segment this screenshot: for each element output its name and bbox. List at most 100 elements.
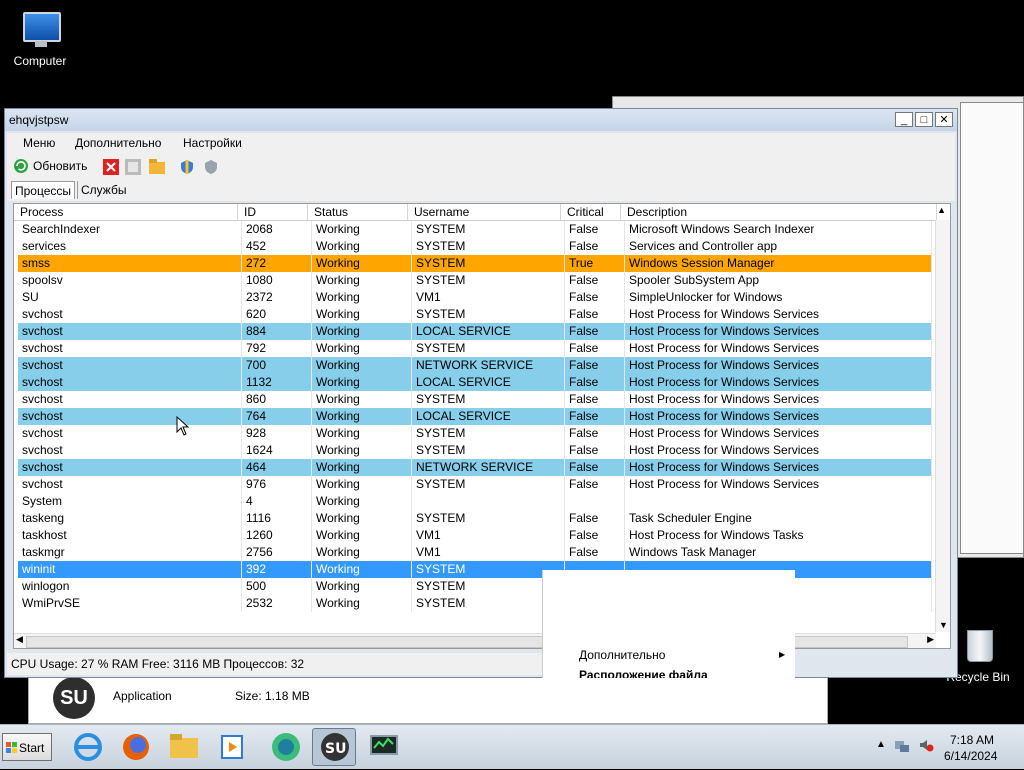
taskbar-firefox[interactable] xyxy=(114,728,158,766)
cell-status: Working xyxy=(312,357,412,374)
cell-id: 620 xyxy=(242,306,312,323)
cell-id: 976 xyxy=(242,476,312,493)
cell-status: Working xyxy=(312,595,412,612)
vertical-scrollbar[interactable]: ▼ xyxy=(935,220,950,632)
menu-item-menu[interactable]: Меню xyxy=(23,136,55,150)
table-row[interactable]: svchost 884 Working LOCAL SERVICE False Host … xyxy=(18,323,932,340)
column-header-status[interactable]: Status xyxy=(308,204,408,220)
process-manager-window: ehqvjstpsw _ □ ✕ Меню Дополнительно Наст… xyxy=(4,108,958,678)
cell-user: SYSTEM xyxy=(412,510,565,527)
table-row[interactable]: services 452 Working SYSTEM False Services an… xyxy=(18,238,932,255)
scroll-left-arrow-icon[interactable]: ◀ xyxy=(16,634,23,645)
context-menu: Дополнительно ▶ Расположение файла xyxy=(542,570,795,678)
suspend-icon[interactable] xyxy=(125,159,141,175)
table-row[interactable]: SU 2372 Working VM1 False SimpleUnlocker for … xyxy=(18,289,932,306)
table-row[interactable]: spoolsv 1080 Working SYSTEM False Spooler Sub… xyxy=(18,272,932,289)
cell-user: VM1 xyxy=(412,527,565,544)
folder-icon[interactable] xyxy=(149,159,165,175)
taskbar-internet-explorer[interactable] xyxy=(66,728,110,766)
cell-id: 464 xyxy=(242,459,312,476)
refresh-label: Обновить xyxy=(33,159,88,173)
show-hidden-icons-chevron-icon[interactable]: ▲ xyxy=(876,739,886,750)
cell-id: 452 xyxy=(242,238,312,255)
table-row[interactable]: taskmgr 2756 Working VM1 False Windows Task M… xyxy=(18,544,932,561)
scroll-right-arrow-icon[interactable]: ▶ xyxy=(927,634,934,645)
table-row[interactable]: svchost 928 Working SYSTEM False Host Process… xyxy=(18,425,932,442)
cell-id: 2756 xyxy=(242,544,312,561)
table-row[interactable]: svchost 764 Working LOCAL SERVICE False Host … xyxy=(18,408,932,425)
taskbar-simpleunlocker[interactable]: SU xyxy=(312,728,356,766)
cell-status: Working xyxy=(312,323,412,340)
kill-process-icon[interactable] xyxy=(103,159,119,175)
background-window-edge[interactable] xyxy=(960,102,1024,554)
column-header-id[interactable]: ID xyxy=(238,204,308,220)
menu-item-settings[interactable]: Настройки xyxy=(183,136,242,150)
cell-process: svchost xyxy=(18,306,242,323)
windows-flag-icon xyxy=(6,742,17,753)
taskbar-media-player[interactable] xyxy=(210,728,254,766)
column-header-critical[interactable]: Critical xyxy=(561,204,621,220)
cell-process: taskhost xyxy=(18,527,242,544)
menu-item-additional[interactable]: Дополнительно xyxy=(75,136,161,150)
cell-id: 392 xyxy=(242,561,312,578)
taskbar-chat-app[interactable] xyxy=(264,728,308,766)
cell-status: Working xyxy=(312,493,412,510)
cell-critical: False xyxy=(565,272,625,289)
context-item-file-location[interactable]: Расположение файла xyxy=(579,668,708,678)
minimize-button[interactable]: _ xyxy=(895,112,913,127)
cell-process: taskeng xyxy=(18,510,242,527)
simpleunlocker-icon: SU xyxy=(321,733,349,761)
cell-id: 764 xyxy=(242,408,312,425)
table-row[interactable]: svchost 792 Working SYSTEM False Host Process… xyxy=(18,340,932,357)
column-header-username[interactable]: Username xyxy=(408,204,561,220)
cell-desc: Spooler SubSystem App xyxy=(625,272,932,289)
start-button[interactable]: Start xyxy=(2,733,52,761)
scroll-down-arrow-icon[interactable]: ▼ xyxy=(939,620,948,630)
shield-icon[interactable] xyxy=(179,159,195,175)
menu-bar: Меню Дополнительно Настройки xyxy=(7,133,955,155)
table-row[interactable]: svchost 860 Working SYSTEM False Host Process… xyxy=(18,391,932,408)
mouse-cursor-icon xyxy=(176,416,190,436)
horizontal-scrollbar[interactable]: ◀ ▶ xyxy=(14,633,936,648)
table-row[interactable]: svchost 976 Working SYSTEM False Host Process… xyxy=(18,476,932,493)
table-row[interactable]: smss 272 Working SYSTEM True Windows Session … xyxy=(18,255,932,272)
table-row[interactable]: System 4 Working xyxy=(18,493,932,510)
maximize-button[interactable]: □ xyxy=(915,112,933,127)
cell-id: 792 xyxy=(242,340,312,357)
table-row[interactable]: svchost 464 Working NETWORK SERVICE False Hos… xyxy=(18,459,932,476)
cell-process: svchost xyxy=(18,476,242,493)
network-icon[interactable] xyxy=(894,737,910,753)
table-row[interactable]: svchost 620 Working SYSTEM False Host Process… xyxy=(18,306,932,323)
table-row[interactable]: SearchIndexer 2068 Working SYSTEM False Micro… xyxy=(18,221,932,238)
cell-process: smss xyxy=(18,255,242,272)
volume-muted-icon[interactable] xyxy=(918,737,934,753)
clock-time[interactable]: 7:18 AM xyxy=(950,733,994,747)
cell-critical: False xyxy=(565,510,625,527)
close-button[interactable]: ✕ xyxy=(935,112,953,127)
context-item-additional[interactable]: Дополнительно xyxy=(579,648,665,662)
taskbar-task-manager[interactable] xyxy=(362,728,406,766)
cell-id: 272 xyxy=(242,255,312,272)
scroll-up-arrow-icon[interactable]: ▲ xyxy=(937,205,946,215)
clock-date[interactable]: 6/14/2024 xyxy=(944,749,997,763)
cell-user: VM1 xyxy=(412,544,565,561)
tab-services[interactable]: Службы xyxy=(77,181,129,199)
cell-desc: Host Process for Windows Services xyxy=(625,442,932,459)
column-header-process[interactable]: Process xyxy=(14,204,238,220)
table-row[interactable]: svchost 1132 Working LOCAL SERVICE False Host… xyxy=(18,374,932,391)
computer-desktop-icon[interactable]: Computer xyxy=(0,10,80,68)
table-row[interactable]: taskhost 1260 Working VM1 False Host Process … xyxy=(18,527,932,544)
cell-process: winlogon xyxy=(18,578,242,595)
taskbar-file-explorer[interactable] xyxy=(162,728,206,766)
table-row[interactable]: taskeng 1116 Working SYSTEM False Task Schedu… xyxy=(18,510,932,527)
table-row[interactable]: svchost 700 Working NETWORK SERVICE False Hos… xyxy=(18,357,932,374)
taskbar: Start SU ▲ 7:18 AM 6/14/2024 xyxy=(0,724,1024,769)
column-header-description[interactable]: Description xyxy=(621,204,937,220)
cell-id: 884 xyxy=(242,323,312,340)
title-bar[interactable]: ehqvjstpsw _ □ ✕ xyxy=(5,109,957,131)
cell-id: 1116 xyxy=(242,510,312,527)
security-shield-icon[interactable] xyxy=(203,159,219,175)
cell-id: 500 xyxy=(242,578,312,595)
table-row[interactable]: svchost 1624 Working SYSTEM False Host Proces… xyxy=(18,442,932,459)
tab-processes[interactable]: Процессы xyxy=(11,181,76,199)
